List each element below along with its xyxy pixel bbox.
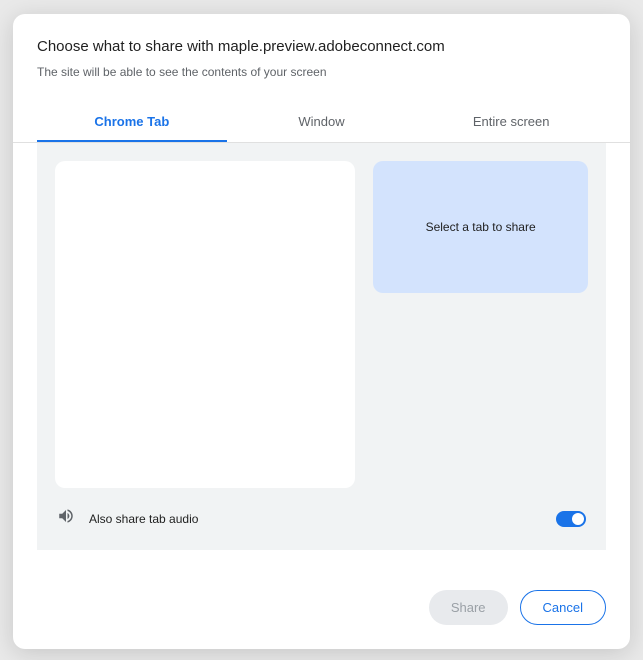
audio-share-label: Also share tab audio xyxy=(89,512,198,526)
tab-chrome-tab[interactable]: Chrome Tab xyxy=(37,103,227,142)
tab-bar: Chrome Tab Window Entire screen xyxy=(13,103,630,143)
audio-toggle[interactable] xyxy=(556,511,586,527)
tab-window[interactable]: Window xyxy=(227,103,417,142)
dialog-header: Choose what to share with maple.preview.… xyxy=(13,14,630,91)
share-button: Share xyxy=(429,590,508,625)
preview-panel: Select a tab to share xyxy=(373,161,588,293)
preview-placeholder: Select a tab to share xyxy=(426,220,536,234)
audio-row: Also share tab audio xyxy=(55,492,588,532)
speaker-icon xyxy=(57,507,75,530)
panels: Select a tab to share xyxy=(55,161,588,488)
content-area: Select a tab to share Also share tab aud… xyxy=(37,143,606,550)
cancel-button[interactable]: Cancel xyxy=(520,590,606,625)
audio-left: Also share tab audio xyxy=(57,507,198,530)
button-row: Share Cancel xyxy=(13,550,630,649)
dialog-title: Choose what to share with maple.preview.… xyxy=(37,38,606,55)
dialog-subtitle: The site will be able to see the content… xyxy=(37,65,606,79)
tab-list-panel[interactable] xyxy=(55,161,355,488)
tab-entire-screen[interactable]: Entire screen xyxy=(416,103,606,142)
share-dialog: Choose what to share with maple.preview.… xyxy=(13,14,630,649)
